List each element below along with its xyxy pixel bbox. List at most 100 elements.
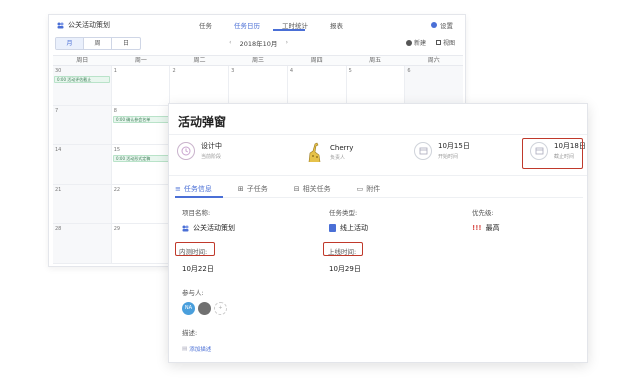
gear-icon: [431, 22, 437, 28]
weekday-header: 周日 周一 周二 周三 周四 周五 周六: [53, 56, 463, 66]
add-description-link[interactable]: ▤ 添加描述: [182, 345, 211, 353]
calendar-day-cell[interactable]: 29: [112, 224, 171, 263]
new-label: 新建: [413, 40, 426, 47]
weekday-thu: 周四: [310, 57, 323, 64]
tab-divider: [175, 197, 583, 198]
status-block[interactable]: 设计中 当前阶段: [177, 141, 222, 160]
view-button[interactable]: 视图: [435, 38, 455, 47]
day-number: 4: [289, 68, 294, 74]
plus-circle-icon: [405, 39, 412, 46]
active-tab-underline: [175, 196, 223, 198]
add-participant-button[interactable]: +: [214, 302, 227, 315]
tab-attachments[interactable]: ▭ 附件: [357, 184, 381, 194]
task-type-label: 任务类型:: [329, 209, 358, 217]
calendar-day-cell[interactable]: 1: [112, 66, 171, 105]
tab-tasks[interactable]: 任务: [199, 20, 212, 30]
add-description-text: 添加描述: [189, 347, 212, 353]
subtask-icon: ⊞: [237, 185, 244, 193]
tab-task-info[interactable]: ≡ 任务信息: [175, 184, 212, 194]
calendar-event[interactable]: 0:00 活动形式定稿: [113, 155, 169, 162]
weekday-mon: 周一: [134, 57, 147, 64]
next-month-button[interactable]: ›: [285, 38, 288, 48]
new-button[interactable]: 新建: [405, 38, 426, 47]
participant-avatar[interactable]: [198, 302, 211, 315]
clock-icon: [177, 141, 195, 160]
calendar-day-cell[interactable]: 28: [53, 224, 112, 263]
project-name-text: 公关活动策划: [193, 224, 235, 232]
view-label: 视图: [442, 40, 455, 47]
task-type-value[interactable]: 线上活动: [329, 223, 368, 233]
owner-block[interactable]: Cherry 负责人: [304, 141, 353, 163]
participants-label: 参与人:: [182, 289, 204, 297]
calendar-day-cell[interactable]: 2: [170, 66, 230, 105]
tab-related-tasks[interactable]: ⊟ 相关任务: [294, 184, 331, 194]
calendar-day-cell[interactable]: 21: [53, 184, 112, 224]
launch-value[interactable]: 10月29日: [329, 264, 361, 274]
view-week-button[interactable]: 周: [84, 38, 112, 49]
day-number: 2: [172, 68, 176, 74]
day-number: 3: [231, 68, 235, 74]
project-icon: [182, 225, 189, 232]
calendar-day-cell[interactable]: 14: [53, 145, 112, 184]
day-number: 8: [113, 107, 117, 114]
launch-highlight: [323, 242, 363, 256]
month-navigator: ‹ 2018年10月 ›: [229, 38, 288, 48]
calendar-day-cell[interactable]: 8: [112, 105, 171, 145]
description-label: 描述:: [182, 329, 198, 337]
month-label: 2018年10月: [239, 40, 278, 48]
priority-label: 优先级:: [472, 209, 494, 217]
online-activity-icon: [329, 224, 336, 232]
day-number: 28: [55, 226, 62, 233]
project-name: 公关活动策划: [68, 21, 110, 29]
calendar-day-cell[interactable]: 4: [288, 66, 347, 105]
attachment-icon: ▭: [356, 185, 364, 193]
calendar-week: 30 1 2 3 4 5 6: [53, 66, 464, 106]
calendar-day-cell[interactable]: 22: [112, 184, 171, 224]
day-number: 30: [55, 68, 62, 74]
day-number: 29: [113, 226, 121, 233]
view-day-button[interactable]: 日: [112, 38, 140, 49]
calendar-day-cell[interactable]: 6: [405, 66, 464, 105]
internal-test-value[interactable]: 10月22日: [182, 264, 214, 274]
calendar-day-cell[interactable]: 7: [53, 105, 112, 145]
project-name-value[interactable]: 公关活动策划: [182, 223, 235, 233]
tab-reports[interactable]: 报表: [330, 20, 343, 30]
day-number: 5: [348, 68, 352, 74]
popup-title: 活动弹窗: [178, 115, 227, 129]
calendar-day-cell[interactable]: 5: [347, 66, 406, 105]
start-date-block[interactable]: 10月15日 开始时间: [414, 141, 470, 160]
status-caption: 当前阶段: [201, 154, 222, 160]
owner-caption: 负责人: [330, 154, 346, 161]
start-date-caption: 开始时间: [438, 154, 459, 160]
participant-avatar[interactable]: NA: [182, 302, 195, 315]
view-month-button[interactable]: 月: [56, 38, 84, 49]
project-title[interactable]: 公关活动策划: [57, 20, 110, 30]
weekday-fri: 周五: [369, 57, 382, 64]
tab-label: 附件: [366, 185, 381, 193]
priority-text: 最高: [485, 224, 500, 232]
calendar-icon: [414, 141, 432, 160]
owner-name: Cherry: [330, 143, 354, 152]
event-label: 0:00 活动评估截止: [57, 77, 92, 82]
tab-subtasks[interactable]: ⊞ 子任务: [238, 184, 268, 194]
day-number: 7: [55, 107, 59, 114]
settings-button[interactable]: 设置: [431, 20, 453, 30]
start-date-value: 10月15日: [438, 142, 470, 150]
day-number: 14: [55, 147, 62, 154]
day-number: 1: [113, 68, 117, 74]
calendar-day-cell[interactable]: 15: [112, 145, 171, 184]
calendar-day-cell[interactable]: 30: [53, 66, 112, 105]
priority-value[interactable]: !!! 最高: [472, 223, 500, 233]
task-type-text: 线上活动: [340, 224, 368, 232]
project-icon: [57, 22, 64, 29]
calendar-event[interactable]: 0:00 活动评估截止: [54, 76, 110, 83]
internal-test-highlight: [175, 242, 215, 256]
giraffe-avatar-icon: [304, 141, 324, 163]
calendar-event[interactable]: 0:00 确认参会名单: [113, 116, 169, 123]
tab-task-calendar[interactable]: 任务日历: [234, 20, 260, 30]
calendar-day-cell[interactable]: 3: [229, 66, 288, 105]
event-label: 0:00 确认参会名单: [116, 117, 151, 122]
event-label: 0:00 活动形式定稿: [116, 156, 151, 161]
project-name-label: 项目名称:: [182, 209, 211, 217]
prev-month-button[interactable]: ‹: [229, 38, 232, 48]
